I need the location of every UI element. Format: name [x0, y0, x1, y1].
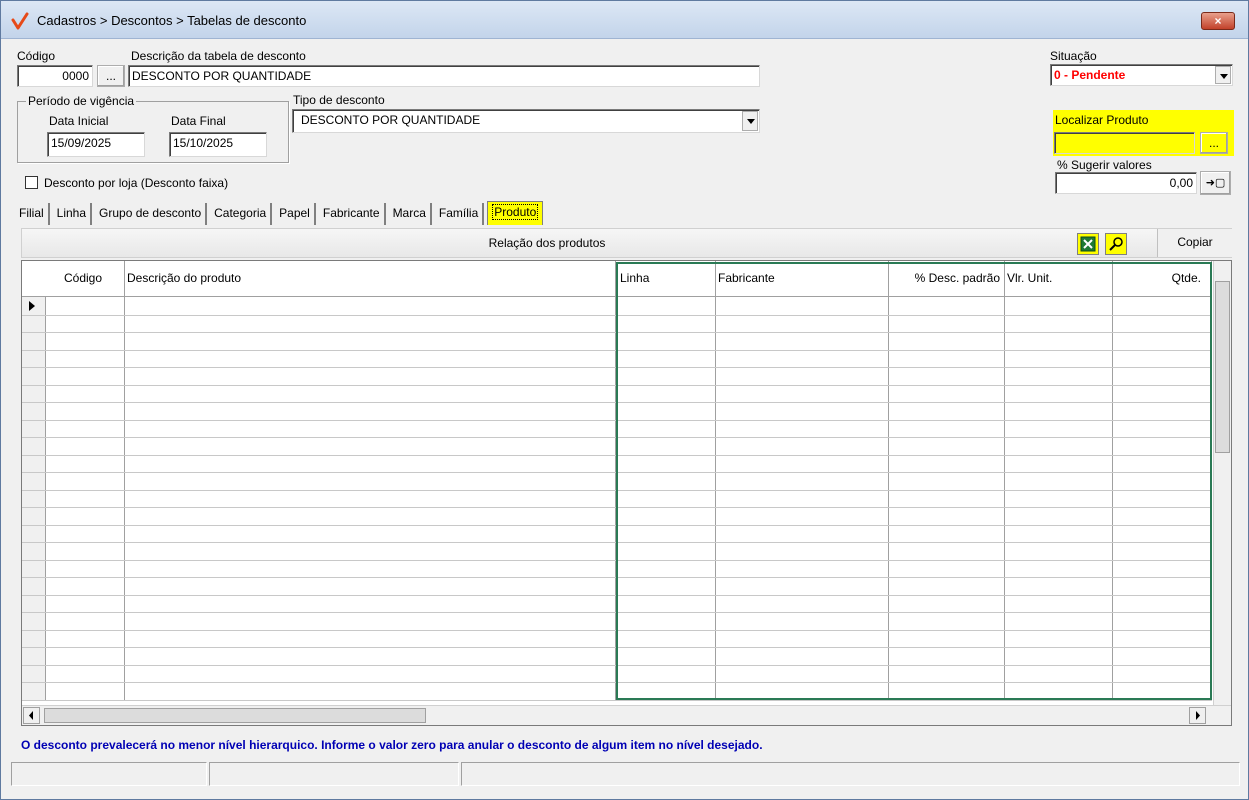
- table-row[interactable]: [22, 384, 1212, 386]
- table-row[interactable]: [22, 699, 1212, 701]
- tipo-select[interactable]: DESCONTO POR QUANTIDADE: [292, 109, 760, 133]
- table-row[interactable]: [22, 629, 1212, 631]
- descricao-input[interactable]: DESCONTO POR QUANTIDADE: [128, 65, 760, 87]
- data-final-label: Data Final: [171, 114, 226, 128]
- desconto-loja-label: Desconto por loja (Desconto faixa): [44, 176, 229, 190]
- products-grid[interactable]: Código Descrição do produto Linha Fabric…: [21, 260, 1232, 726]
- search-icon: [1109, 237, 1123, 251]
- chevron-down-icon[interactable]: [742, 111, 758, 131]
- chevron-down-icon[interactable]: [1215, 66, 1231, 84]
- sugerir-label: % Sugerir valores: [1057, 158, 1152, 172]
- column-header-vlr-unit[interactable]: Vlr. Unit.: [1007, 271, 1052, 285]
- tab-familia[interactable]: Família: [435, 203, 485, 225]
- search-button[interactable]: [1105, 233, 1127, 255]
- sugerir-input[interactable]: 0,00: [1055, 172, 1197, 194]
- grid-rows: [22, 297, 1212, 701]
- excel-export-button[interactable]: [1077, 233, 1099, 255]
- tab-fabricante[interactable]: Fabricante: [319, 203, 386, 225]
- tab-bar: Filial Linha Grupo de desconto Categoria…: [15, 201, 546, 225]
- table-row[interactable]: [22, 402, 1212, 403]
- status-bar: [11, 762, 1240, 786]
- situacao-value: 0 - Pendente: [1054, 68, 1126, 82]
- tab-produto[interactable]: Produto: [487, 201, 544, 225]
- vertical-scrollbar[interactable]: [1213, 261, 1231, 705]
- horizontal-scroll-thumb[interactable]: [44, 708, 426, 723]
- tab-filial[interactable]: Filial: [15, 203, 50, 225]
- products-section-title: Relação dos produtos: [488, 236, 606, 250]
- horizontal-scrollbar[interactable]: [22, 705, 1231, 725]
- table-row[interactable]: [22, 349, 1212, 351]
- table-row[interactable]: [22, 559, 1212, 561]
- data-inicial-input[interactable]: 15/09/2025: [47, 132, 145, 157]
- column-header-codigo[interactable]: Código: [64, 271, 102, 285]
- codigo-lookup-button[interactable]: ...: [97, 65, 125, 87]
- tab-linha[interactable]: Linha: [53, 203, 93, 225]
- column-header-desc-padrao[interactable]: % Desc. padrão: [915, 271, 1000, 285]
- tab-produto-label: Produto: [492, 204, 539, 220]
- table-row[interactable]: [22, 472, 1212, 473]
- table-row[interactable]: [22, 332, 1212, 333]
- status-panel-3: [461, 762, 1240, 786]
- table-row[interactable]: [22, 314, 1212, 316]
- status-panel-2: [209, 762, 459, 786]
- desconto-loja-checkbox[interactable]: [25, 176, 38, 189]
- scroll-left-arrow-icon[interactable]: [23, 707, 40, 724]
- main-window: Cadastros > Descontos > Tabelas de desco…: [0, 0, 1249, 800]
- scroll-right-arrow-icon[interactable]: [1189, 707, 1206, 724]
- table-row[interactable]: [22, 612, 1212, 613]
- table-row[interactable]: [22, 367, 1212, 368]
- sugerir-apply-button[interactable]: ➜▢: [1200, 171, 1231, 195]
- column-header-descricao[interactable]: Descrição do produto: [127, 271, 241, 285]
- info-message: O desconto prevalecerá no menor nível hi…: [21, 738, 763, 752]
- column-header-linha[interactable]: Linha: [620, 271, 649, 285]
- table-row[interactable]: [22, 542, 1212, 543]
- tab-grupo-de-desconto[interactable]: Grupo de desconto: [95, 203, 208, 225]
- table-row[interactable]: [22, 524, 1212, 526]
- vertical-scroll-thumb[interactable]: [1215, 281, 1230, 453]
- localizar-lookup-button[interactable]: ...: [1200, 132, 1228, 154]
- table-row[interactable]: [22, 507, 1212, 508]
- tipo-value: DESCONTO POR QUANTIDADE: [301, 113, 481, 127]
- tab-categoria[interactable]: Categoria: [210, 203, 273, 225]
- situacao-label: Situação: [1050, 49, 1097, 63]
- tab-marca[interactable]: Marca: [389, 203, 432, 225]
- table-row[interactable]: [22, 489, 1212, 491]
- products-section-bar: Relação dos produtos Copiar: [21, 228, 1232, 258]
- descricao-label: Descrição da tabela de desconto: [131, 49, 306, 63]
- data-inicial-label: Data Inicial: [49, 114, 109, 128]
- copiar-button[interactable]: Copiar: [1157, 229, 1232, 257]
- table-row[interactable]: [22, 647, 1212, 648]
- codigo-input[interactable]: 0000: [17, 65, 93, 87]
- situacao-select[interactable]: 0 - Pendente: [1050, 64, 1233, 86]
- table-row[interactable]: [22, 437, 1212, 438]
- tipo-label: Tipo de desconto: [293, 93, 385, 107]
- table-row[interactable]: [22, 577, 1212, 578]
- close-button[interactable]: ×: [1201, 12, 1235, 30]
- table-row[interactable]: [22, 454, 1212, 456]
- table-row[interactable]: [22, 594, 1212, 596]
- tab-papel[interactable]: Papel: [275, 203, 316, 225]
- codigo-label: Código: [17, 49, 56, 63]
- table-row[interactable]: [22, 682, 1212, 683]
- window-title: Cadastros > Descontos > Tabelas de desco…: [37, 13, 307, 28]
- periodo-label: Período de vigência: [26, 94, 137, 108]
- app-logo-icon: [11, 12, 29, 30]
- table-row[interactable]: [22, 664, 1212, 666]
- localizar-input[interactable]: [1054, 132, 1195, 154]
- localizar-label: Localizar Produto: [1055, 113, 1149, 127]
- data-final-input[interactable]: 15/10/2025: [169, 132, 267, 157]
- column-header-qtde[interactable]: Qtde.: [1172, 271, 1201, 285]
- table-row[interactable]: [22, 419, 1212, 421]
- column-header-fabricante[interactable]: Fabricante: [718, 271, 775, 285]
- title-bar: Cadastros > Descontos > Tabelas de desco…: [1, 1, 1248, 39]
- status-panel-1: [11, 762, 207, 786]
- excel-icon: [1080, 236, 1096, 252]
